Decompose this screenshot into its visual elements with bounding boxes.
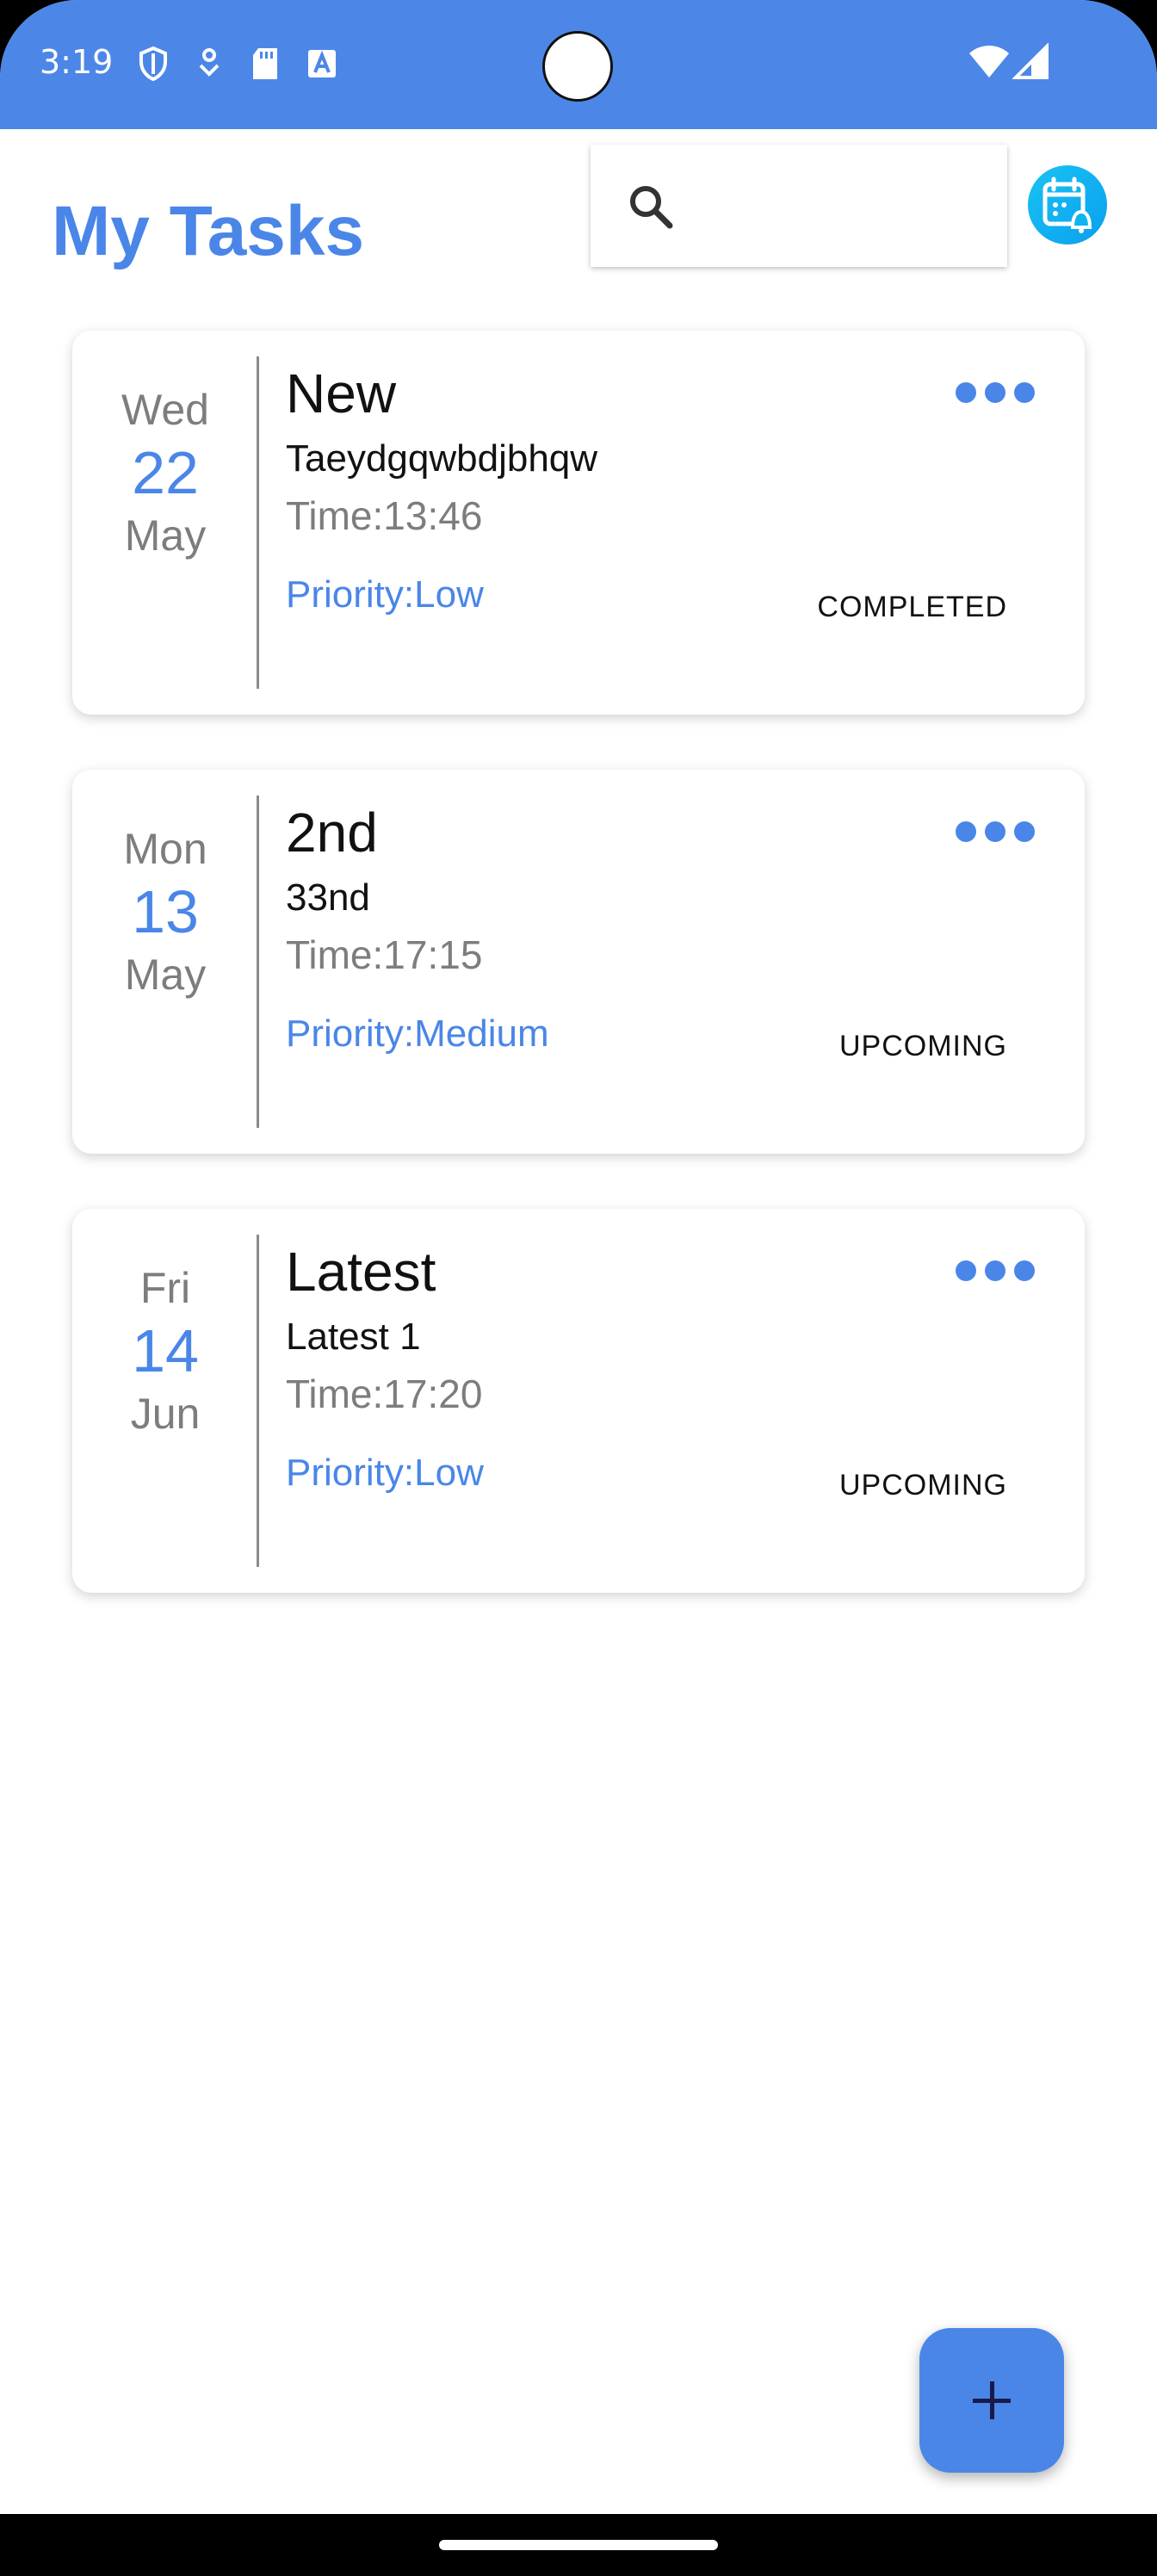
task-month: May — [124, 951, 207, 999]
calendar-alarm-button[interactable] — [1028, 165, 1107, 245]
task-priority: Priority:Medium — [286, 1012, 549, 1055]
task-day-of-week: Mon — [123, 825, 207, 873]
task-day: 13 — [132, 878, 199, 945]
search-input[interactable] — [591, 145, 1007, 267]
text-a-icon — [308, 50, 336, 77]
task-description: 33nd — [286, 876, 370, 919]
task-title: 2nd — [286, 802, 378, 864]
task-day: 22 — [132, 439, 199, 506]
task-day: 14 — [132, 1317, 199, 1384]
task-date: Mon 13 May — [72, 823, 258, 1000]
more-options-icon[interactable] — [956, 821, 1035, 842]
front-camera — [542, 31, 613, 102]
task-title: New — [286, 362, 397, 424]
task-month: Jun — [130, 1390, 201, 1438]
card-divider — [257, 356, 259, 689]
task-time: Time:17:15 — [286, 932, 483, 977]
task-status: COMPLETED — [817, 591, 1007, 623]
sd-card-icon — [253, 48, 277, 79]
download-indicator-icon — [199, 48, 220, 77]
card-divider — [257, 796, 259, 1128]
wifi-icon — [969, 46, 1009, 77]
search-icon — [630, 186, 673, 229]
task-date: Fri 14 Jun — [72, 1262, 258, 1440]
page-title: My Tasks — [52, 192, 365, 270]
home-gesture-handle[interactable] — [439, 2540, 718, 2550]
task-description: Taeydgqwbdjbhqw — [286, 437, 598, 480]
card-divider — [257, 1235, 259, 1567]
task-title: Latest — [286, 1241, 436, 1303]
status-time: 3:19 — [40, 43, 114, 81]
task-status: UPCOMING — [839, 1030, 1007, 1062]
task-day-of-week: Wed — [121, 386, 209, 434]
task-status: UPCOMING — [839, 1469, 1007, 1502]
more-options-icon[interactable] — [956, 1260, 1035, 1281]
task-day-of-week: Fri — [139, 1264, 191, 1312]
more-options-icon[interactable] — [956, 382, 1035, 403]
task-date: Wed 22 May — [72, 384, 258, 561]
task-priority: Priority:Low — [286, 1452, 484, 1494]
cellular-signal-icon — [1012, 43, 1049, 79]
task-time: Time:17:20 — [286, 1372, 483, 1416]
task-priority: Priority:Low — [286, 573, 484, 616]
navigation-bar — [0, 2514, 1157, 2576]
task-description: Latest 1 — [286, 1316, 421, 1358]
task-card[interactable]: Fri 14 Jun Latest Latest 1 Time:17:20 Pr… — [72, 1209, 1085, 1593]
plus-icon — [990, 2381, 994, 2419]
app-screen: 3:19 My Tasks Wed 22 May New Taeydgqwbdj… — [0, 0, 1157, 2576]
task-month: May — [124, 511, 207, 560]
add-task-button[interactable] — [919, 2328, 1064, 2473]
task-card[interactable]: Mon 13 May 2nd 33nd Time:17:15 Priority:… — [72, 770, 1085, 1154]
shield-icon — [139, 46, 167, 81]
calendar-alarm-icon — [1043, 176, 1092, 233]
task-card[interactable]: Wed 22 May New Taeydgqwbdjbhqw Time:13:4… — [72, 331, 1085, 715]
task-time: Time:13:46 — [286, 493, 483, 538]
status-bar: 3:19 — [0, 0, 1157, 129]
